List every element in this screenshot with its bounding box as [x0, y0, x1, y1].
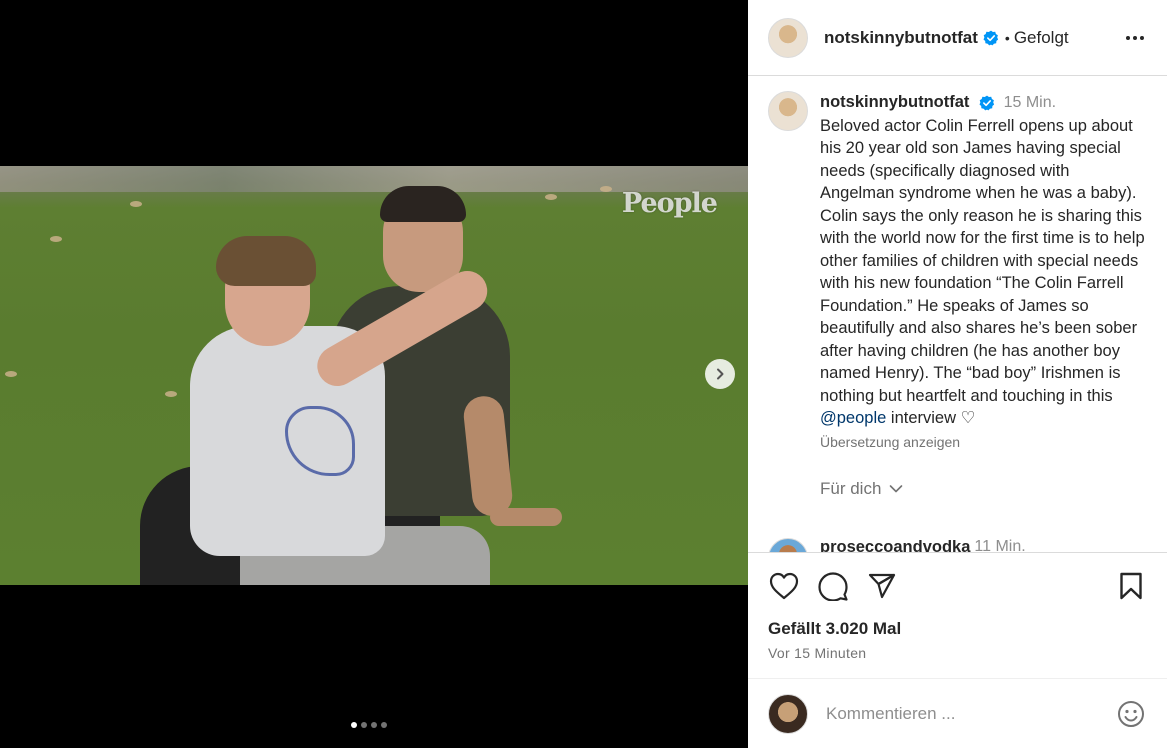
post-video-frame[interactable]: People	[0, 166, 748, 585]
bookmark-icon	[1120, 572, 1142, 600]
emoji-icon	[1118, 700, 1144, 727]
caption-author-avatar[interactable]	[768, 91, 808, 131]
caption-time[interactable]: 15 Min.	[1004, 94, 1056, 111]
caption-text: Beloved actor Colin Ferrell opens up abo…	[820, 116, 1145, 405]
for-you-filter[interactable]: Für dich	[820, 479, 1147, 499]
mention-link[interactable]: @people	[820, 409, 886, 427]
caption: notskinnybutnotfat 15 Min. Beloved actor…	[768, 91, 1147, 453]
like-count[interactable]: Gefällt 3.020 Mal	[768, 619, 1147, 639]
like-button[interactable]	[768, 570, 800, 602]
author-username[interactable]: notskinnybutnotfat	[824, 28, 978, 48]
leaf	[545, 194, 557, 200]
media-pane: People	[0, 0, 748, 748]
caption-body: notskinnybutnotfat 15 Min. Beloved actor…	[820, 91, 1147, 453]
heart-icon	[769, 572, 799, 600]
leaf	[165, 391, 177, 397]
chevron-down-icon	[890, 485, 903, 493]
action-bar	[768, 569, 1147, 603]
for-you-label: Für dich	[820, 479, 882, 498]
emoji-button[interactable]	[1115, 698, 1147, 730]
carousel-dot-3	[371, 722, 377, 728]
comment-input[interactable]	[826, 703, 1115, 724]
comments-section[interactable]: notskinnybutnotfat 15 Min. Beloved actor…	[748, 77, 1167, 552]
verified-badge-icon	[983, 30, 999, 45]
people-watermark: People	[621, 188, 718, 219]
save-button[interactable]	[1115, 570, 1147, 602]
caption-text-end: interview ♡	[886, 409, 976, 427]
boy-hair	[216, 236, 316, 286]
carousel-indicator	[351, 722, 387, 728]
leaf	[600, 186, 612, 192]
more-options-icon	[1126, 35, 1144, 40]
carousel-dot-4	[381, 722, 387, 728]
comment-composer	[748, 678, 1167, 748]
viewer-avatar	[768, 693, 808, 734]
post-timestamp[interactable]: Vor 15 Minuten	[768, 645, 1147, 661]
man-hair	[380, 186, 466, 222]
leaf	[130, 201, 142, 207]
share-button[interactable]	[866, 570, 898, 602]
share-icon	[868, 573, 896, 599]
post-details-pane: notskinnybutnotfat • Gefolgt notskinnybu…	[748, 0, 1167, 748]
comment-time: 11 Min.	[974, 538, 1026, 552]
author-avatar[interactable]	[768, 17, 808, 58]
comment-icon	[818, 572, 848, 601]
commenter-avatar[interactable]	[768, 538, 808, 552]
post-actions: Gefällt 3.020 Mal Vor 15 Minuten	[748, 552, 1167, 661]
leaf	[5, 371, 17, 377]
man-hand	[490, 508, 562, 526]
carousel-dot-1	[351, 722, 357, 728]
next-slide-button[interactable]	[705, 359, 735, 389]
see-translation-link[interactable]: Übersetzung anzeigen	[820, 431, 1147, 454]
verified-badge-icon	[979, 95, 995, 111]
caption-author-username[interactable]: notskinnybutnotfat	[820, 93, 969, 111]
more-options-button[interactable]	[1123, 26, 1147, 50]
follow-status-button[interactable]: Gefolgt	[1014, 28, 1069, 48]
commenter-username[interactable]: proseccoandvodka	[820, 538, 970, 552]
comment-button[interactable]	[817, 570, 849, 602]
comment-item: proseccoandvodka 11 Min.	[768, 538, 1026, 552]
post-header: notskinnybutnotfat • Gefolgt	[748, 0, 1167, 76]
header-separator: •	[1004, 29, 1010, 46]
carousel-dot-2	[361, 722, 367, 728]
leaf	[50, 236, 62, 242]
chevron-right-icon	[717, 368, 724, 380]
